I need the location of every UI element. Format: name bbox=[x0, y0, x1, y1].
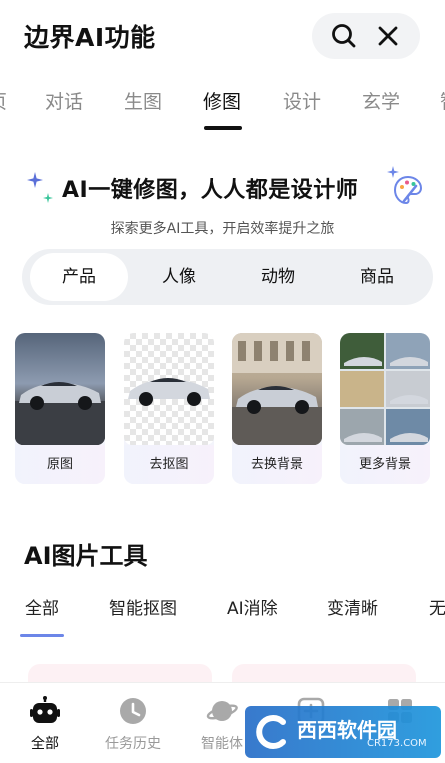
tab-metaphysics[interactable]: 玄学 bbox=[362, 87, 400, 114]
segment-animal[interactable]: 动物 bbox=[229, 253, 327, 301]
segment-portrait[interactable]: 人像 bbox=[130, 253, 228, 301]
nav-all[interactable]: 全部 bbox=[0, 693, 90, 759]
replaced-background-car-image bbox=[232, 333, 322, 445]
filter-partial[interactable]: 无 bbox=[429, 594, 445, 619]
nav-label: 全部 bbox=[31, 736, 59, 752]
category-segmented-control: 产品 人像 动物 商品 bbox=[22, 249, 433, 305]
segment-product[interactable]: 产品 bbox=[30, 253, 128, 301]
close-icon[interactable] bbox=[372, 20, 404, 52]
card-label: 更多背景 bbox=[340, 445, 430, 484]
example-cards: 原图 去抠图 去换背景 更多背景 bbox=[0, 333, 445, 485]
nav-task-history[interactable]: 任务历史 bbox=[88, 693, 178, 759]
tab-retouch[interactable]: 修图 bbox=[203, 87, 241, 114]
filter-smart-cutout[interactable]: 智能抠图 bbox=[109, 594, 177, 619]
tab-partial-right[interactable]: 智 bbox=[440, 87, 445, 114]
planet-icon bbox=[206, 695, 238, 727]
card-more-backgrounds[interactable]: 更多背景 bbox=[340, 333, 430, 484]
card-original[interactable]: 原图 bbox=[15, 333, 105, 484]
page-title: 边界AI功能 bbox=[24, 23, 156, 52]
robot-icon bbox=[29, 695, 61, 727]
sparkle-icon bbox=[27, 172, 43, 188]
filter-all[interactable]: 全部 bbox=[25, 594, 59, 619]
filter-ai-erase[interactable]: AI消除 bbox=[227, 594, 278, 619]
segment-goods[interactable]: 商品 bbox=[328, 253, 426, 301]
watermark-subtext: CR173.COM bbox=[367, 738, 427, 749]
original-car-image bbox=[15, 333, 105, 445]
hero-title: AI一键修图，人人都是设计师 bbox=[62, 178, 359, 203]
tab-chat[interactable]: 对话 bbox=[45, 87, 83, 114]
cutout-car-image bbox=[124, 333, 214, 445]
category-tabs: 页 对话 生图 修图 设计 玄学 智 bbox=[0, 76, 445, 132]
hero-subtitle: 探索更多AI工具，开启效率提升之旅 bbox=[110, 221, 335, 237]
tools-section-title: AI图片工具 bbox=[24, 542, 148, 570]
card-label: 原图 bbox=[15, 445, 105, 484]
active-filter-indicator bbox=[20, 634, 64, 637]
header-actions bbox=[312, 13, 420, 59]
tools-filter-tabs: 全部 智能抠图 AI消除 变清晰 无 bbox=[0, 590, 445, 640]
clock-icon bbox=[117, 695, 149, 727]
card-label: 去抠图 bbox=[124, 445, 214, 484]
tab-generate-image[interactable]: 生图 bbox=[124, 87, 162, 114]
card-label: 去换背景 bbox=[232, 445, 322, 484]
more-backgrounds-collage bbox=[340, 333, 430, 445]
watermark-c-icon bbox=[251, 712, 291, 752]
tab-partial-left[interactable]: 页 bbox=[0, 87, 7, 114]
sparkle-icon bbox=[43, 193, 53, 203]
tab-design[interactable]: 设计 bbox=[283, 87, 321, 114]
card-cutout[interactable]: 去抠图 bbox=[124, 333, 214, 484]
palette-icon bbox=[392, 174, 424, 206]
header: 边界AI功能 bbox=[0, 0, 445, 72]
card-replace-background[interactable]: 去换背景 bbox=[232, 333, 322, 484]
active-tab-indicator bbox=[204, 126, 242, 130]
search-icon[interactable] bbox=[328, 20, 360, 52]
filter-enhance[interactable]: 变清晰 bbox=[327, 594, 378, 619]
nav-label: 任务历史 bbox=[105, 736, 161, 752]
watermark-logo: 西西软件园 CR173.COM bbox=[245, 706, 441, 758]
